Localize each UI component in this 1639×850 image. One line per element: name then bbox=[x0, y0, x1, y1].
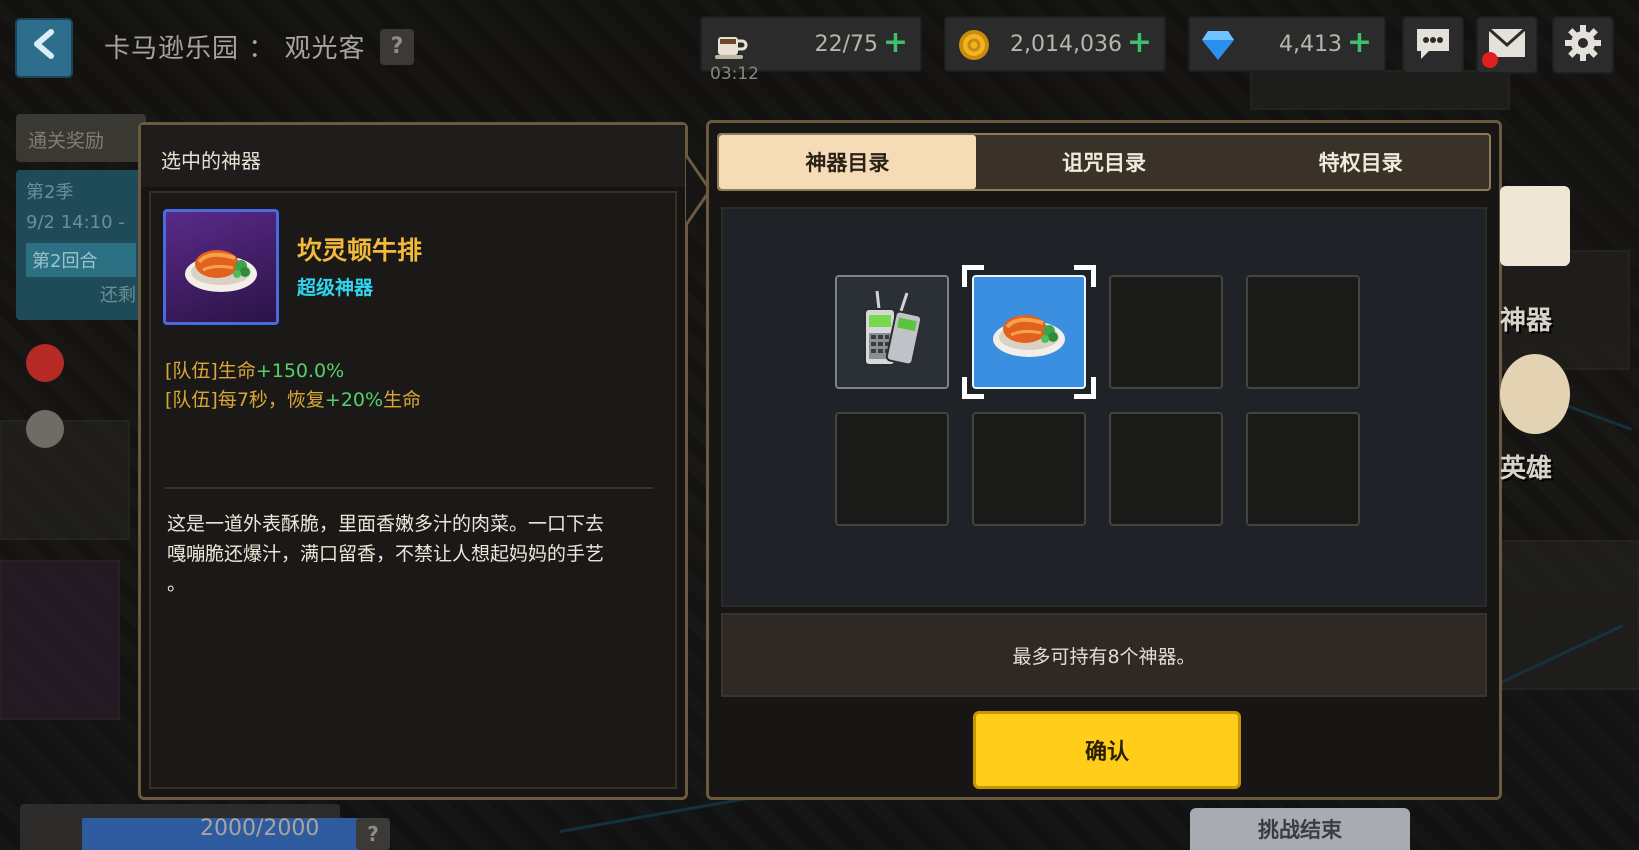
selection-corner-icon bbox=[1074, 377, 1096, 399]
artifact-catalog-panel: 神器目录 诅咒目录 特权目录 最多可持有8个神器。 确认 bbox=[706, 120, 1502, 800]
divider bbox=[165, 487, 653, 489]
notification-dot bbox=[1482, 52, 1498, 68]
artifact-slot-2[interactable] bbox=[962, 265, 1096, 399]
artifact-detail-body: 坎灵顿牛排 超级神器 [队伍]生命+150.0% [队伍]每7秒，恢复+20%生… bbox=[149, 191, 677, 789]
hp-help-button[interactable]: ? bbox=[356, 818, 390, 850]
artifact-slot-6[interactable] bbox=[972, 412, 1086, 526]
artifact-description: 这是一道外表酥脆，里面香嫩多汁的肉菜。一口下去 嘎嘣脆还爆汁，满口留香，不禁让人… bbox=[167, 509, 655, 599]
steak-icon bbox=[181, 232, 261, 302]
gold-value: 2,014,036 bbox=[1010, 32, 1122, 57]
season-box: 第2季 9/2 14:10 - 第2回合 还剩 bbox=[16, 170, 146, 320]
capacity-info: 最多可持有8个神器。 bbox=[721, 613, 1487, 697]
tab-artifact-catalog[interactable]: 神器目录 bbox=[719, 135, 976, 189]
chat-bubble-icon bbox=[1413, 25, 1453, 65]
artifact-name: 坎灵顿牛排 bbox=[297, 236, 423, 265]
artifact-slot-grid bbox=[721, 207, 1487, 607]
gold-plus-button[interactable]: + bbox=[1127, 28, 1152, 58]
effect-2-label: [队伍]每7秒，恢复 bbox=[165, 389, 325, 411]
effect-line-1: [队伍]生命+150.0% bbox=[165, 357, 421, 386]
season-label: 第2季 bbox=[26, 182, 74, 203]
walkie-talkie-icon bbox=[857, 285, 927, 379]
stage-title: 卡马逊乐园 ： 观光客 bbox=[104, 34, 366, 64]
side-hero-label[interactable]: 英雄 bbox=[1500, 448, 1552, 485]
artifact-slot-4[interactable] bbox=[1246, 275, 1360, 389]
gray-badge-icon[interactable] bbox=[26, 410, 64, 448]
artifact-portrait bbox=[163, 209, 279, 325]
settings-button[interactable] bbox=[1552, 16, 1614, 74]
stage-info-panel: 通关奖励 第2季 9/2 14:10 - 第2回合 还剩 bbox=[16, 114, 146, 320]
effect-2-suffix: 生命 bbox=[383, 389, 422, 411]
round-label: 第2回合 bbox=[26, 243, 136, 277]
tab-privilege-catalog[interactable]: 特权目录 bbox=[1232, 135, 1489, 189]
remaining-label: 还剩 bbox=[100, 285, 136, 306]
gold-coin-icon bbox=[956, 27, 992, 63]
artifact-rank: 超级神器 bbox=[297, 277, 374, 299]
artifact-effects: [队伍]生命+150.0% [队伍]每7秒，恢复+20%生命 bbox=[165, 357, 421, 415]
chevron-left-icon bbox=[31, 28, 57, 68]
gem-plus-button[interactable]: + bbox=[1347, 28, 1372, 58]
artifact-slot-8[interactable] bbox=[1246, 412, 1360, 526]
description-line-2: 嘎嘣脆还爆汁，满口留香，不禁让人想起妈妈的手艺 bbox=[167, 543, 605, 565]
stamina-counter: 22/75 + 03:12 bbox=[700, 16, 922, 84]
selected-artifact-panel: 选中的神器 坎灵顿牛排 超级神器 [队伍]生命+150.0% [队伍]每7秒，恢… bbox=[138, 122, 688, 800]
gem-counter: 4,413 + bbox=[1188, 16, 1386, 72]
gem-value: 4,413 bbox=[1279, 32, 1342, 57]
selection-corner-icon bbox=[962, 377, 984, 399]
back-button[interactable] bbox=[15, 18, 73, 78]
diamond-icon bbox=[1200, 27, 1236, 63]
red-badge-icon[interactable] bbox=[26, 344, 64, 382]
stamina-timer: 03:12 bbox=[710, 64, 759, 84]
season-date: 9/2 14:10 - bbox=[26, 212, 125, 233]
stamina-value: 22/75 bbox=[814, 32, 878, 57]
artifact-slot-5[interactable] bbox=[835, 412, 949, 526]
effect-1-label: [队伍]生命 bbox=[165, 360, 256, 382]
steak-icon bbox=[989, 297, 1069, 367]
selection-corner-icon bbox=[962, 265, 984, 287]
description-line-3: 。 bbox=[167, 573, 187, 595]
artifact-slot-3[interactable] bbox=[1109, 275, 1223, 389]
artifact-slot-7[interactable] bbox=[1109, 412, 1223, 526]
artifact-menu-icon[interactable] bbox=[1500, 186, 1570, 266]
selection-corner-icon bbox=[1074, 265, 1096, 287]
coffee-cup-icon bbox=[712, 27, 748, 63]
effect-1-value: +150.0% bbox=[255, 360, 345, 382]
effect-line-2: [队伍]每7秒，恢复+20%生命 bbox=[165, 386, 421, 415]
confirm-button[interactable]: 确认 bbox=[973, 711, 1241, 789]
stage-help-button[interactable]: ? bbox=[380, 29, 414, 65]
tab-curse-catalog[interactable]: 诅咒目录 bbox=[976, 135, 1233, 189]
description-line-1: 这是一道外表酥脆，里面香嫩多汁的肉菜。一口下去 bbox=[167, 513, 605, 535]
selected-artifact-header: 选中的神器 bbox=[141, 125, 685, 187]
artifact-slot-1[interactable] bbox=[835, 275, 949, 389]
side-artifact-label[interactable]: 神器 bbox=[1500, 300, 1552, 337]
effect-2-value: +20% bbox=[324, 389, 384, 411]
gear-icon bbox=[1564, 24, 1602, 66]
clear-reward-tab[interactable]: 通关奖励 bbox=[16, 114, 146, 162]
catalog-tabs: 神器目录 诅咒目录 特权目录 bbox=[717, 133, 1491, 191]
gold-counter: 2,014,036 + bbox=[944, 16, 1166, 72]
chat-button[interactable] bbox=[1402, 16, 1464, 74]
hero-menu-icon[interactable] bbox=[1500, 354, 1570, 434]
mail-button[interactable] bbox=[1476, 16, 1538, 74]
hp-value: 2000/2000 bbox=[200, 816, 320, 841]
stamina-plus-button[interactable]: + bbox=[883, 28, 908, 58]
end-challenge-button[interactable]: 挑战结束 bbox=[1190, 808, 1410, 850]
